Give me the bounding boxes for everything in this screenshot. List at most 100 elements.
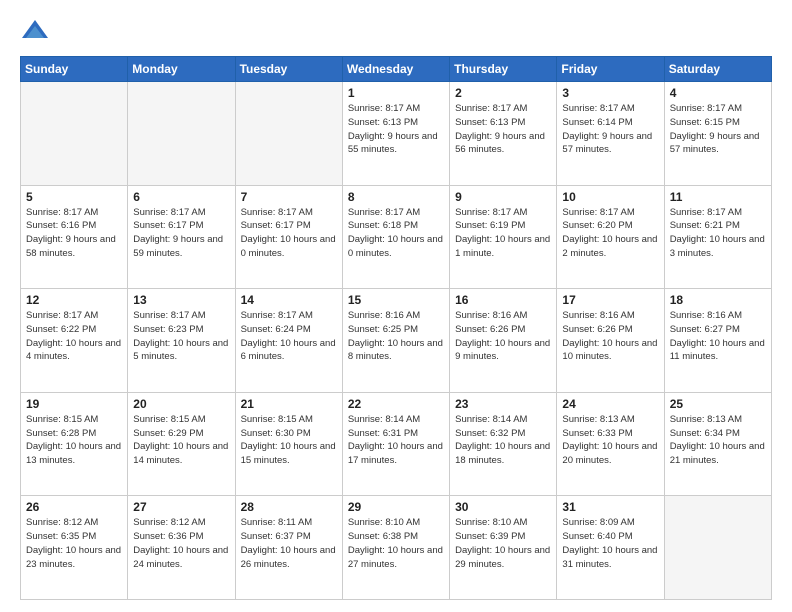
calendar-cell: 30 Sunrise: 8:10 AM Sunset: 6:39 PM Dayli… bbox=[450, 496, 557, 600]
weekday-header: Monday bbox=[128, 57, 235, 82]
calendar-cell: 25 Sunrise: 8:13 AM Sunset: 6:34 PM Dayli… bbox=[664, 392, 771, 496]
day-info: Sunrise: 8:16 AM Sunset: 6:26 PM Dayligh… bbox=[455, 309, 551, 364]
calendar-cell: 20 Sunrise: 8:15 AM Sunset: 6:29 PM Dayli… bbox=[128, 392, 235, 496]
logo bbox=[20, 16, 54, 46]
calendar-cell: 29Sunrise: 8:10 AM Sunset: 6:38 PM Dayli… bbox=[342, 496, 449, 600]
day-info: Sunrise: 8:16 AM Sunset: 6:27 PM Dayligh… bbox=[670, 309, 766, 364]
day-number: 28 bbox=[241, 500, 337, 514]
day-info: Sunrise: 8:17 AM Sunset: 6:23 PM Dayligh… bbox=[133, 309, 229, 364]
day-info: Sunrise: 8:14 AM Sunset: 6:31 PM Dayligh… bbox=[348, 413, 444, 468]
day-info: Sunrise: 8:10 AM Sunset: 6:39 PM Dayligh… bbox=[455, 516, 551, 571]
logo-icon bbox=[20, 16, 50, 46]
calendar-cell: 21 Sunrise: 8:15 AM Sunset: 6:30 PM Dayli… bbox=[235, 392, 342, 496]
day-info: Sunrise: 8:17 AM Sunset: 6:24 PM Dayligh… bbox=[241, 309, 337, 364]
calendar-cell: 10 Sunrise: 8:17 AM Sunset: 6:20 PM Dayli… bbox=[557, 185, 664, 289]
day-info: Sunrise: 8:17 AM Sunset: 6:15 PM Dayligh… bbox=[670, 102, 766, 157]
day-number: 14 bbox=[241, 293, 337, 307]
day-number: 11 bbox=[670, 190, 766, 204]
day-info: Sunrise: 8:17 AM Sunset: 6:18 PM Dayligh… bbox=[348, 206, 444, 261]
calendar-cell: 24 Sunrise: 8:13 AM Sunset: 6:33 PM Dayli… bbox=[557, 392, 664, 496]
day-info: Sunrise: 8:16 AM Sunset: 6:25 PM Dayligh… bbox=[348, 309, 444, 364]
calendar-cell: 16 Sunrise: 8:16 AM Sunset: 6:26 PM Dayli… bbox=[450, 289, 557, 393]
weekday-header: Wednesday bbox=[342, 57, 449, 82]
weekday-header: Tuesday bbox=[235, 57, 342, 82]
day-number: 16 bbox=[455, 293, 551, 307]
day-number: 25 bbox=[670, 397, 766, 411]
day-info: Sunrise: 8:17 AM Sunset: 6:14 PM Dayligh… bbox=[562, 102, 658, 157]
day-number: 7 bbox=[241, 190, 337, 204]
calendar-cell: 14 Sunrise: 8:17 AM Sunset: 6:24 PM Dayli… bbox=[235, 289, 342, 393]
day-info: Sunrise: 8:12 AM Sunset: 6:36 PM Dayligh… bbox=[133, 516, 229, 571]
calendar-cell: 23 Sunrise: 8:14 AM Sunset: 6:32 PM Dayli… bbox=[450, 392, 557, 496]
day-info: Sunrise: 8:17 AM Sunset: 6:20 PM Dayligh… bbox=[562, 206, 658, 261]
weekday-header: Thursday bbox=[450, 57, 557, 82]
day-number: 5 bbox=[26, 190, 122, 204]
day-number: 19 bbox=[26, 397, 122, 411]
calendar-cell bbox=[21, 82, 128, 186]
day-number: 8 bbox=[348, 190, 444, 204]
day-info: Sunrise: 8:17 AM Sunset: 6:22 PM Dayligh… bbox=[26, 309, 122, 364]
day-info: Sunrise: 8:12 AM Sunset: 6:35 PM Dayligh… bbox=[26, 516, 122, 571]
day-number: 1 bbox=[348, 86, 444, 100]
calendar-cell: 7 Sunrise: 8:17 AM Sunset: 6:17 PM Daylig… bbox=[235, 185, 342, 289]
day-info: Sunrise: 8:15 AM Sunset: 6:28 PM Dayligh… bbox=[26, 413, 122, 468]
day-number: 26 bbox=[26, 500, 122, 514]
day-number: 23 bbox=[455, 397, 551, 411]
day-number: 31 bbox=[562, 500, 658, 514]
calendar-cell: 15 Sunrise: 8:16 AM Sunset: 6:25 PM Dayli… bbox=[342, 289, 449, 393]
calendar-cell: 3 Sunrise: 8:17 AM Sunset: 6:14 PM Daylig… bbox=[557, 82, 664, 186]
day-info: Sunrise: 8:17 AM Sunset: 6:21 PM Dayligh… bbox=[670, 206, 766, 261]
day-info: Sunrise: 8:17 AM Sunset: 6:17 PM Dayligh… bbox=[241, 206, 337, 261]
weekday-header: Friday bbox=[557, 57, 664, 82]
calendar-cell: 5 Sunrise: 8:17 AM Sunset: 6:16 PM Daylig… bbox=[21, 185, 128, 289]
calendar-cell: 12Sunrise: 8:17 AM Sunset: 6:22 PM Dayli… bbox=[21, 289, 128, 393]
day-number: 15 bbox=[348, 293, 444, 307]
calendar-cell: 6 Sunrise: 8:17 AM Sunset: 6:17 PM Daylig… bbox=[128, 185, 235, 289]
day-info: Sunrise: 8:17 AM Sunset: 6:17 PM Dayligh… bbox=[133, 206, 229, 261]
day-number: 18 bbox=[670, 293, 766, 307]
calendar-cell: 26 Sunrise: 8:12 AM Sunset: 6:35 PM Dayli… bbox=[21, 496, 128, 600]
day-info: Sunrise: 8:16 AM Sunset: 6:26 PM Dayligh… bbox=[562, 309, 658, 364]
day-number: 9 bbox=[455, 190, 551, 204]
calendar-cell: 4Sunrise: 8:17 AM Sunset: 6:15 PM Daylig… bbox=[664, 82, 771, 186]
day-number: 3 bbox=[562, 86, 658, 100]
calendar-cell bbox=[128, 82, 235, 186]
day-info: Sunrise: 8:17 AM Sunset: 6:13 PM Dayligh… bbox=[348, 102, 444, 157]
day-info: Sunrise: 8:10 AM Sunset: 6:38 PM Dayligh… bbox=[348, 516, 444, 571]
day-info: Sunrise: 8:17 AM Sunset: 6:13 PM Dayligh… bbox=[455, 102, 551, 157]
day-info: Sunrise: 8:14 AM Sunset: 6:32 PM Dayligh… bbox=[455, 413, 551, 468]
day-info: Sunrise: 8:13 AM Sunset: 6:34 PM Dayligh… bbox=[670, 413, 766, 468]
day-number: 10 bbox=[562, 190, 658, 204]
day-number: 27 bbox=[133, 500, 229, 514]
calendar-cell: 28Sunrise: 8:11 AM Sunset: 6:37 PM Dayli… bbox=[235, 496, 342, 600]
day-number: 20 bbox=[133, 397, 229, 411]
calendar-cell: 9 Sunrise: 8:17 AM Sunset: 6:19 PM Daylig… bbox=[450, 185, 557, 289]
day-info: Sunrise: 8:13 AM Sunset: 6:33 PM Dayligh… bbox=[562, 413, 658, 468]
weekday-header: Sunday bbox=[21, 57, 128, 82]
day-number: 30 bbox=[455, 500, 551, 514]
calendar-cell: 13 Sunrise: 8:17 AM Sunset: 6:23 PM Dayli… bbox=[128, 289, 235, 393]
day-info: Sunrise: 8:17 AM Sunset: 6:19 PM Dayligh… bbox=[455, 206, 551, 261]
calendar-cell: 22Sunrise: 8:14 AM Sunset: 6:31 PM Dayli… bbox=[342, 392, 449, 496]
calendar-cell bbox=[664, 496, 771, 600]
calendar-cell: 27 Sunrise: 8:12 AM Sunset: 6:36 PM Dayli… bbox=[128, 496, 235, 600]
day-number: 24 bbox=[562, 397, 658, 411]
weekday-header: Saturday bbox=[664, 57, 771, 82]
day-info: Sunrise: 8:17 AM Sunset: 6:16 PM Dayligh… bbox=[26, 206, 122, 261]
calendar-cell: 2 Sunrise: 8:17 AM Sunset: 6:13 PM Daylig… bbox=[450, 82, 557, 186]
day-number: 6 bbox=[133, 190, 229, 204]
calendar-cell: 1 Sunrise: 8:17 AM Sunset: 6:13 PM Daylig… bbox=[342, 82, 449, 186]
calendar-cell: 11 Sunrise: 8:17 AM Sunset: 6:21 PM Dayli… bbox=[664, 185, 771, 289]
calendar-cell bbox=[235, 82, 342, 186]
day-info: Sunrise: 8:15 AM Sunset: 6:29 PM Dayligh… bbox=[133, 413, 229, 468]
day-info: Sunrise: 8:15 AM Sunset: 6:30 PM Dayligh… bbox=[241, 413, 337, 468]
day-number: 13 bbox=[133, 293, 229, 307]
day-number: 21 bbox=[241, 397, 337, 411]
calendar-cell: 8 Sunrise: 8:17 AM Sunset: 6:18 PM Daylig… bbox=[342, 185, 449, 289]
page: SundayMondayTuesdayWednesdayThursdayFrid… bbox=[0, 0, 792, 612]
day-info: Sunrise: 8:09 AM Sunset: 6:40 PM Dayligh… bbox=[562, 516, 658, 571]
calendar-cell: 31 Sunrise: 8:09 AM Sunset: 6:40 PM Dayli… bbox=[557, 496, 664, 600]
calendar-cell: 19 Sunrise: 8:15 AM Sunset: 6:28 PM Dayli… bbox=[21, 392, 128, 496]
calendar-cell: 18 Sunrise: 8:16 AM Sunset: 6:27 PM Dayli… bbox=[664, 289, 771, 393]
day-number: 2 bbox=[455, 86, 551, 100]
